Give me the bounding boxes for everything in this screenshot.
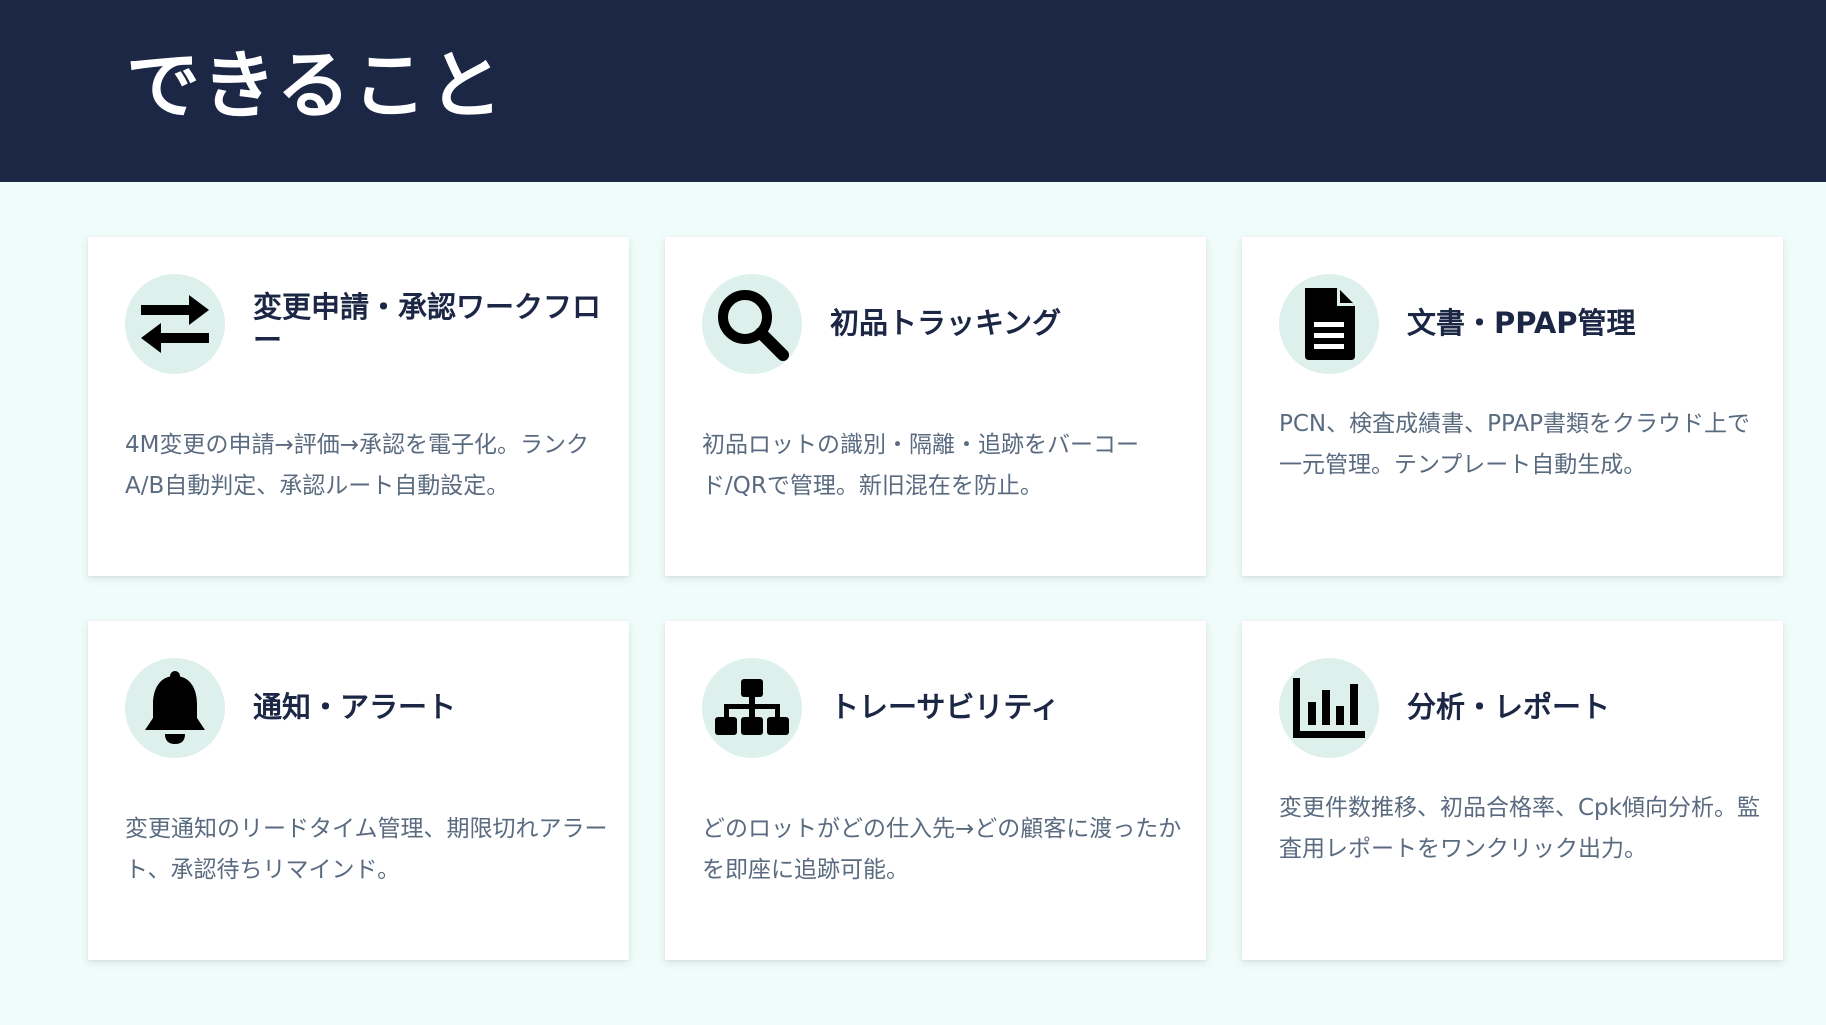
card-description: どのロットがどの仕入先→どの顧客に渡ったかを即座に追跡可能。 <box>702 816 1182 884</box>
feature-card-analytics: 分析・レポート 変更件数推移、初品合格率、Cpk傾向分析。監査用レポートをワンク… <box>1242 621 1783 960</box>
feature-card-traceability: トレーサビリティ どのロットがどの仕入先→どの顧客に渡ったかを即座に追跡可能。 <box>665 621 1206 960</box>
document-icon <box>1305 288 1355 360</box>
bell-icon <box>145 671 205 744</box>
card-description: 変更件数推移、初品合格率、Cpk傾向分析。監査用レポートをワンクリック出力。 <box>1279 795 1760 863</box>
swap-arrows-icon <box>141 295 209 353</box>
search-icon <box>718 290 789 361</box>
card-description: 変更通知のリードタイム管理、期限切れアラート、承認待ちリマインド。 <box>125 816 608 884</box>
icon-circle <box>702 658 802 758</box>
icon-circle <box>702 274 802 374</box>
card-header: 文書・PPAP管理 <box>1279 274 1759 374</box>
card-header: 分析・レポート <box>1279 658 1759 758</box>
icon-circle <box>125 274 225 374</box>
icon-circle <box>1279 274 1379 374</box>
card-header: 初品トラッキング <box>702 274 1182 374</box>
page-title: できること <box>126 43 505 129</box>
card-header: 変更申請・承認ワークフロー <box>125 274 605 374</box>
icon-circle <box>125 658 225 758</box>
card-description: PCN、検査成績書、PPAP書類をクラウド上で一元管理。テンプレート自動生成。 <box>1279 411 1751 479</box>
card-description: 初品ロットの識別・隔離・追跡をバーコード/QRで管理。新旧混在を防止。 <box>702 432 1139 500</box>
card-header: トレーサビリティ <box>702 658 1182 758</box>
card-title: トレーサビリティ <box>830 690 1060 725</box>
card-header: 通知・アラート <box>125 658 605 758</box>
card-title: 変更申請・承認ワークフロー <box>253 289 602 357</box>
sitemap-icon <box>715 679 789 735</box>
card-description: 4M変更の申請→評価→承認を電子化。ランクA/B自動判定、承認ルート自動設定。 <box>125 432 590 500</box>
card-title: 初品トラッキング <box>830 306 1062 341</box>
feature-card-notifications: 通知・アラート 変更通知のリードタイム管理、期限切れアラート、承認待ちリマインド… <box>88 621 629 960</box>
feature-card-workflow: 変更申請・承認ワークフロー 4M変更の申請→評価→承認を電子化。ランクA/B自動… <box>88 237 629 576</box>
icon-circle <box>1279 658 1379 758</box>
card-title: 分析・レポート <box>1407 690 1611 725</box>
card-title: 文書・PPAP管理 <box>1407 306 1636 341</box>
feature-card-first-article: 初品トラッキング 初品ロットの識別・隔離・追跡をバーコード/QRで管理。新旧混在… <box>665 237 1206 576</box>
page-header: できること <box>0 0 1826 182</box>
feature-card-documents: 文書・PPAP管理 PCN、検査成績書、PPAP書類をクラウド上で一元管理。テン… <box>1242 237 1783 576</box>
feature-grid: 変更申請・承認ワークフロー 4M変更の申請→評価→承認を電子化。ランクA/B自動… <box>88 237 1783 960</box>
bar-chart-icon <box>1293 678 1365 738</box>
card-title: 通知・アラート <box>253 690 457 725</box>
